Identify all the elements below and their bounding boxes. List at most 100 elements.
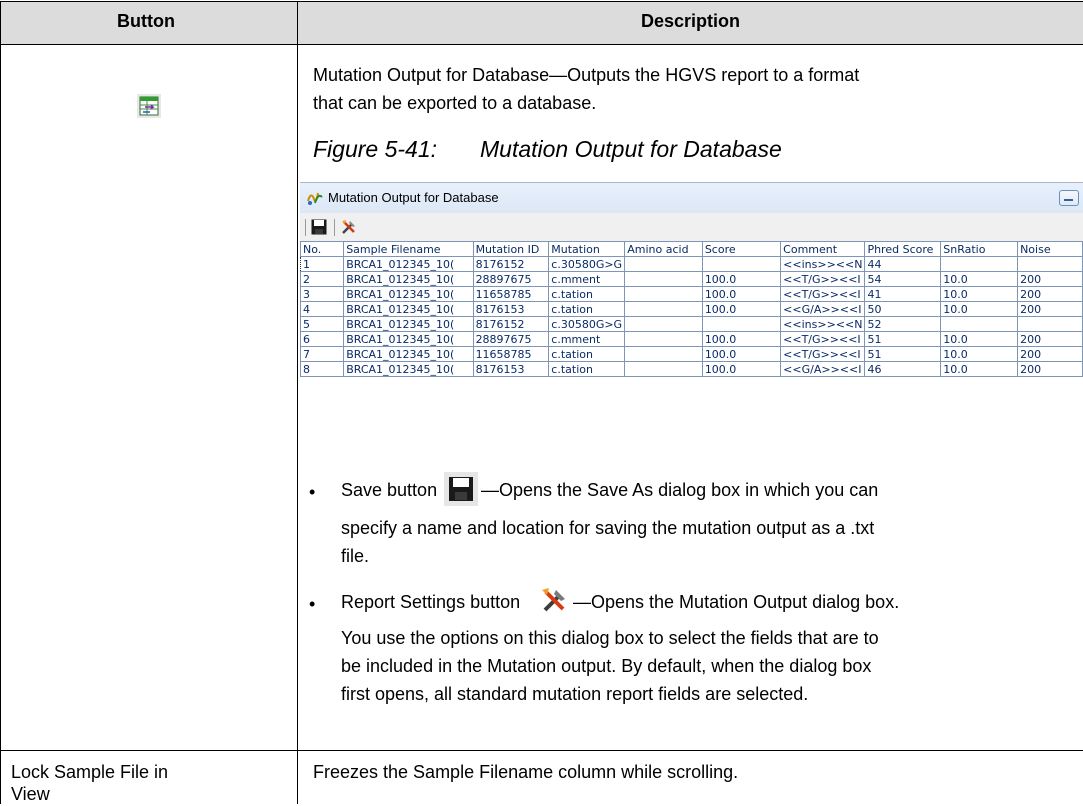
- toolbar-separator: [305, 219, 306, 236]
- grid-column-header[interactable]: Mutation ID: [472, 241, 550, 257]
- settings-bullet-after: —Opens the Mutation Output dialog box.: [573, 592, 900, 612]
- grid-column-header[interactable]: Score: [701, 241, 782, 257]
- mutation-output-window: Mutation Output for Database No. Sample …: [300, 182, 1083, 451]
- grid-cell: [624, 301, 703, 317]
- grid-cell: BRCA1_012345_10(: [343, 331, 474, 347]
- grid-cell: c.mment: [548, 271, 626, 287]
- grid-cell: 28897675: [472, 331, 550, 347]
- grid-cell: 2: [300, 271, 345, 287]
- grid-cell: [624, 286, 703, 302]
- grid-cell: 10.0: [940, 271, 1019, 287]
- grid-cell: [701, 316, 782, 332]
- grid-cell: 28897675: [472, 271, 550, 287]
- grid-cell: <<G/A>><<I: [780, 301, 866, 317]
- grid-cell: 10.0: [940, 361, 1019, 377]
- table-row[interactable]: 2 BRCA1_012345_10(28897675 c.mment 100.0 <<T…: [300, 271, 1083, 287]
- save-icon: [444, 472, 478, 506]
- grid-cell: 46: [864, 361, 942, 377]
- table-row[interactable]: 3 BRCA1_012345_10(11658785 c.tation 100.0 <<…: [300, 286, 1083, 302]
- grid-cell: 10.0: [940, 346, 1019, 362]
- grid-cell: [624, 271, 703, 287]
- report-settings-icon: [538, 584, 570, 616]
- grid-cell: 8176153: [472, 301, 550, 317]
- grid-cell: c.tation: [548, 361, 626, 377]
- grid-cell: c.tation: [548, 346, 626, 362]
- window-title-bar: Mutation Output for Database: [300, 183, 1083, 213]
- grid-cell: 200: [1017, 346, 1083, 362]
- grid-column-header[interactable]: Mutation: [548, 241, 626, 257]
- figure-caption-number: Figure 5-41:: [313, 136, 438, 162]
- grid-cell: 8176152: [472, 256, 550, 272]
- row-divider: [0, 750, 1083, 751]
- grid-cell: 7: [300, 346, 345, 362]
- row2-description: Freezes the Sample Filename column while…: [313, 762, 739, 782]
- grid-column-header[interactable]: Amino acid: [624, 241, 703, 257]
- grid-cell: 50: [864, 301, 942, 317]
- save-icon[interactable]: [311, 219, 327, 240]
- grid-cell: <<T/G>><<I: [780, 271, 866, 287]
- grid-cell: 10.0: [940, 301, 1019, 317]
- mutation-output-database-icon: [137, 94, 161, 118]
- grid-header-row: No. Sample Filename Mutation ID Mutation Ami…: [300, 241, 1083, 257]
- grid-cell: 54: [864, 271, 942, 287]
- grid-cell: 8176152: [472, 316, 550, 332]
- grid-cell: [701, 256, 782, 272]
- grid-column-header[interactable]: Sample Filename: [343, 241, 474, 257]
- grid-cell: [1017, 256, 1083, 272]
- grid-cell: [940, 316, 1019, 332]
- grid-column-header[interactable]: Comment: [780, 241, 866, 257]
- grid-cell: BRCA1_012345_10(: [343, 256, 474, 272]
- report-settings-icon[interactable]: [340, 218, 358, 241]
- app-logo-icon: [306, 189, 324, 212]
- grid-cell: BRCA1_012345_10(: [343, 346, 474, 362]
- grid-column-header[interactable]: SnRatio: [940, 241, 1019, 257]
- grid-column-header[interactable]: Phred Score: [864, 241, 942, 257]
- bullet-save: •: [309, 482, 316, 502]
- save-bullet-after: —Opens the Save As dialog box in which y…: [481, 480, 879, 500]
- grid-cell: 11658785: [472, 346, 550, 362]
- grid-cell: BRCA1_012345_10(: [343, 301, 474, 317]
- settings-bullet-before: Report Settings button: [341, 592, 521, 612]
- table-top-border: [0, 1, 1083, 2]
- grid-cell: 200: [1017, 286, 1083, 302]
- bullet-settings: •: [309, 594, 316, 614]
- grid-cell: 41: [864, 286, 942, 302]
- settings-bullet-line-2: be included in the Mutation output. By d…: [341, 656, 872, 676]
- header-button-label: Button: [117, 11, 175, 31]
- settings-bullet-line-1: You use the options on this dialog box t…: [341, 628, 879, 648]
- grid-cell: 8: [300, 361, 345, 377]
- table-row[interactable]: 7 BRCA1_012345_10(11658785 c.tation 100.0 <<…: [300, 346, 1083, 362]
- grid-cell: 100.0: [701, 286, 782, 302]
- grid-cell: 8176153: [472, 361, 550, 377]
- mutation-grid: No. Sample Filename Mutation ID Mutation Ami…: [300, 241, 1083, 377]
- grid-cell: 1: [300, 256, 345, 272]
- grid-cell: BRCA1_012345_10(: [343, 361, 474, 377]
- grid-cell: 10.0: [940, 331, 1019, 347]
- grid-cell: 6: [300, 331, 345, 347]
- grid-cell: 100.0: [701, 331, 782, 347]
- table-row[interactable]: 8 BRCA1_012345_10(8176153 c.tation 100.0 <<G…: [300, 361, 1083, 377]
- grid-cell: [624, 361, 703, 377]
- grid-cell: <<ins>><<N: [780, 316, 866, 332]
- table-row[interactable]: 1 BRCA1_012345_10(8176152 c.30580G>G <<ins>…: [300, 256, 1083, 272]
- table-row[interactable]: 5 BRCA1_012345_10(8176152 c.30580G>G <<ins>…: [300, 316, 1083, 332]
- settings-bullet-line-3: first opens, all standard mutation repor…: [341, 684, 809, 704]
- grid-column-header[interactable]: Noise: [1017, 241, 1083, 257]
- figure-caption-title: Mutation Output for Database: [480, 136, 782, 162]
- grid-cell: <<T/G>><<I: [780, 331, 866, 347]
- grid-cell: 51: [864, 331, 942, 347]
- grid-cell: c.tation: [548, 301, 626, 317]
- grid-cell: 100.0: [701, 301, 782, 317]
- table-row[interactable]: 6 BRCA1_012345_10(28897675 c.mment 100.0 <<T…: [300, 331, 1083, 347]
- grid-cell: 100.0: [701, 361, 782, 377]
- header-description-label: Description: [641, 11, 741, 31]
- minimize-button[interactable]: [1059, 190, 1079, 206]
- grid-cell: BRCA1_012345_10(: [343, 271, 474, 287]
- grid-cell: [940, 256, 1019, 272]
- intro-line-2: that can be exported to a database.: [313, 93, 597, 113]
- grid-cell: c.mment: [548, 331, 626, 347]
- save-bullet-line-1: specify a name and location for saving t…: [341, 518, 875, 538]
- grid-cell: [1017, 316, 1083, 332]
- table-row[interactable]: 4 BRCA1_012345_10(8176153 c.tation 100.0 <<G…: [300, 301, 1083, 317]
- grid-column-header[interactable]: No.: [300, 241, 345, 257]
